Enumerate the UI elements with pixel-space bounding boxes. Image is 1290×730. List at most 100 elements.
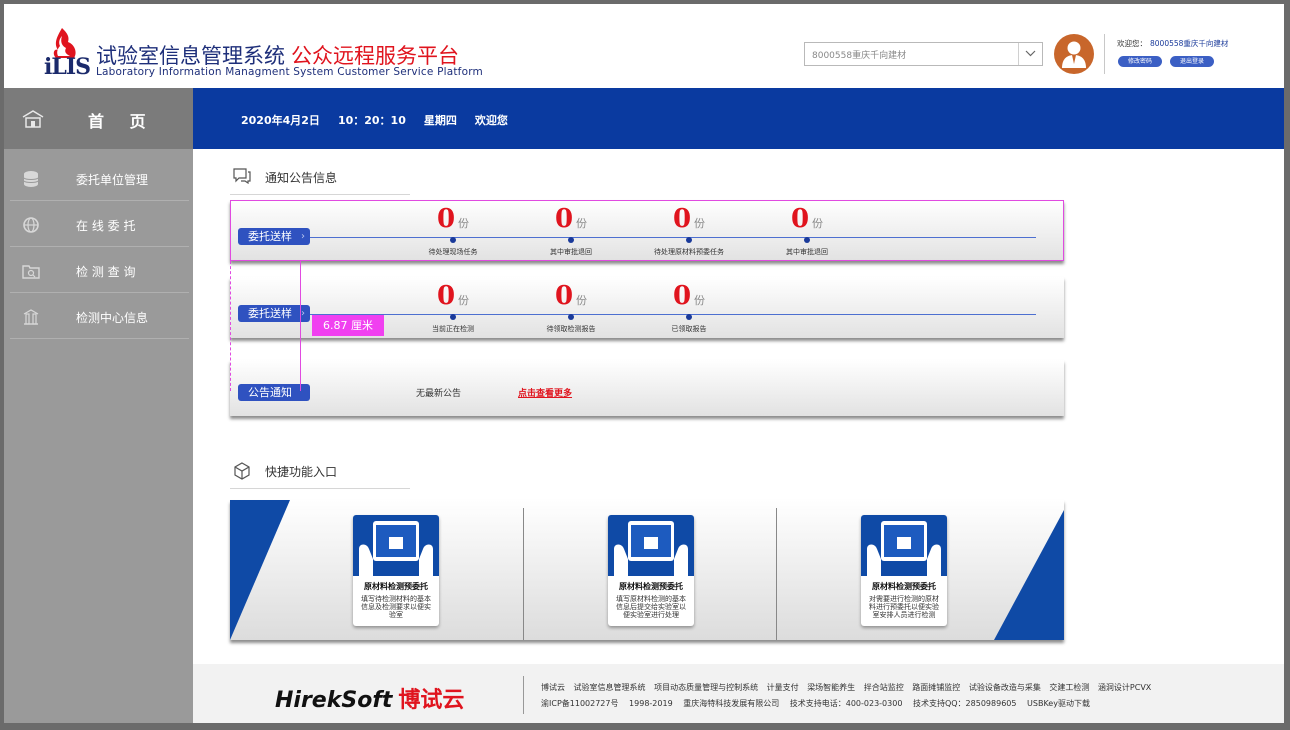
stat-label: 待领取检测报告 bbox=[546, 325, 596, 333]
view-more-link[interactable]: 点击查看更多 bbox=[518, 386, 572, 399]
footer-link[interactable]: 涵洞设计PCVX bbox=[1098, 683, 1151, 692]
stat-unit: 份 bbox=[576, 294, 588, 307]
current-time: 10：20：10 bbox=[337, 114, 406, 127]
quick-card-title: 原材料检测预委托 bbox=[364, 582, 428, 591]
welcome-text: 欢迎您： 8000558重庆千向建材 bbox=[1117, 38, 1228, 49]
stat-number: 0 bbox=[554, 281, 574, 311]
brand-cn: 博试云 bbox=[398, 688, 465, 713]
cube-icon bbox=[234, 462, 250, 480]
quick-card-material-entrust-3[interactable]: 原材料检测预委托 对需要进行检测的原材料进行预委托以便实验室安排人员进行检测 bbox=[861, 515, 947, 626]
stat-label: 已领取报告 bbox=[671, 325, 707, 333]
logout-button[interactable]: 退出登录 bbox=[1170, 56, 1214, 67]
panel-separator bbox=[523, 508, 524, 640]
stat-value: 0份 bbox=[639, 281, 739, 311]
change-password-button[interactable]: 修改密码 bbox=[1118, 56, 1162, 67]
footer-divider bbox=[523, 676, 524, 714]
support-phone: 技术支持电话：400-023-0300 bbox=[789, 699, 903, 708]
sidebar-item-home[interactable]: 首 页 bbox=[4, 88, 193, 149]
welcome-prefix: 欢迎您： bbox=[1117, 39, 1147, 48]
footer-copyright: 渝ICP备11002727号 1998-2019 重庆海特科技发展有限公司 技术… bbox=[541, 698, 1098, 709]
stat-number: 0 bbox=[672, 281, 692, 311]
sidebar-item-center-info[interactable]: 检测中心信息 bbox=[10, 294, 189, 339]
footer-link[interactable]: 试验设备改造与采集 bbox=[969, 683, 1041, 692]
quick-card-image bbox=[353, 515, 439, 576]
timeline-dot bbox=[568, 314, 574, 320]
footer: HirekSoft 博试云 博试云 试验室信息管理系统 项目动态质量管理与控制系统… bbox=[193, 664, 1284, 723]
tablet-hands-icon bbox=[359, 521, 433, 576]
footer-link[interactable]: 拌合站监控 bbox=[864, 683, 904, 692]
notice-section-underline bbox=[230, 194, 410, 195]
brand-en: HirekSoft bbox=[275, 688, 393, 713]
footer-links: 博试云 试验室信息管理系统 项目动态质量管理与控制系统 计量支付 梁场智能养生 … bbox=[541, 682, 1157, 693]
current-date: 2020年4月2日 bbox=[241, 114, 320, 127]
stat-unit: 份 bbox=[458, 294, 470, 307]
quick-card-desc: 填写原材料检测的基本信息后提交给实验室以便实验室进行处理 bbox=[616, 595, 686, 619]
stat-number: 0 bbox=[436, 281, 456, 311]
quick-section-label: 快捷功能入口 bbox=[265, 465, 338, 479]
chat-icon bbox=[233, 168, 251, 184]
chevron-right-icon: › bbox=[301, 308, 305, 319]
quick-card-material-entrust-2[interactable]: 原材料检测预委托 填写原材料检测的基本信息后提交给实验室以便实验室进行处理 bbox=[608, 515, 694, 626]
measure-guide-line bbox=[300, 261, 301, 391]
timeline-dot bbox=[450, 314, 456, 320]
timeline-dot bbox=[686, 314, 692, 320]
header-divider bbox=[1104, 34, 1105, 74]
tablet-hands-icon bbox=[614, 521, 688, 576]
entrust-pill-label: 委托送样 bbox=[248, 307, 292, 320]
quick-card-title: 原材料检测预委托 bbox=[872, 582, 936, 591]
announcement-card: 公告通知 无最新公告 点击查看更多 bbox=[230, 360, 1064, 416]
company-select[interactable]: 8000558重庆千向建材 bbox=[804, 42, 1043, 66]
quick-card-material-entrust-1[interactable]: 原材料检测预委托 填写待检测材料的基本信息及检测要求以便实验室 bbox=[353, 515, 439, 626]
quick-entry-panel: 原材料检测预委托 填写待检测材料的基本信息及检测要求以便实验室 原材料检测预委托… bbox=[230, 500, 1064, 640]
footer-link[interactable]: 博试云 bbox=[541, 683, 565, 692]
database-icon bbox=[23, 171, 39, 187]
quick-card-desc: 填写待检测材料的基本信息及检测要求以便实验室 bbox=[361, 595, 431, 619]
footer-link[interactable]: 试验室信息管理系统 bbox=[574, 683, 646, 692]
datetime-display: 2020年4月2日 10：20：10 星期四 欢迎您 bbox=[241, 112, 526, 128]
greeting: 欢迎您 bbox=[474, 114, 508, 127]
sidebar-home-label: 首 页 bbox=[88, 112, 156, 131]
icp-number[interactable]: 渝ICP备11002727号 bbox=[541, 699, 619, 708]
footer-link[interactable]: 项目动态质量管理与控制系统 bbox=[654, 683, 758, 692]
logo-ilis-text: iLIS bbox=[44, 54, 91, 80]
footer-link[interactable]: 交建工检测 bbox=[1049, 683, 1089, 692]
quick-card-title: 原材料检测预委托 bbox=[619, 582, 683, 591]
avatar[interactable] bbox=[1054, 34, 1094, 74]
stat-label: 当前正在检测 bbox=[432, 325, 474, 333]
sidebar-item-label: 检 测 查 询 bbox=[76, 265, 136, 279]
notice-section-label: 通知公告信息 bbox=[265, 171, 338, 185]
panel-separator bbox=[776, 508, 777, 640]
panel-decoration-right bbox=[994, 510, 1064, 640]
company-select-value: 8000558重庆千向建材 bbox=[812, 51, 907, 61]
sidebar-item-test-query[interactable]: 检 测 查 询 bbox=[10, 248, 189, 293]
quick-section-underline bbox=[230, 488, 410, 489]
sidebar-item-label: 委托单位管理 bbox=[76, 173, 149, 187]
current-weekday: 星期四 bbox=[423, 114, 457, 127]
sidebar-item-client-management[interactable]: 委托单位管理 bbox=[10, 156, 189, 201]
app-title-red: 公众远程服务平台 bbox=[291, 44, 459, 68]
app-frame: iLIS 试验室信息管理系统 公众远程服务平台 Laboratory Inform… bbox=[4, 4, 1284, 723]
selection-outline bbox=[230, 200, 1064, 261]
app-subtitle: Laboratory Information Managment System … bbox=[96, 66, 483, 78]
sidebar-item-label: 检测中心信息 bbox=[76, 311, 149, 325]
folder-search-icon bbox=[22, 265, 40, 279]
sidebar-item-label: 在 线 委 托 bbox=[76, 219, 136, 233]
globe-icon bbox=[23, 217, 39, 233]
user-avatar-icon bbox=[1062, 41, 1086, 68]
sidebar-item-online-entrust[interactable]: 在 线 委 托 bbox=[10, 202, 189, 247]
stat-value: 0份 bbox=[403, 281, 503, 311]
footer-link[interactable]: 计量支付 bbox=[767, 683, 799, 692]
usbkey-driver-link[interactable]: USBKey驱动下载 bbox=[1027, 699, 1090, 708]
header: iLIS 试验室信息管理系统 公众远程服务平台 Laboratory Inform… bbox=[4, 4, 1284, 88]
chevron-down-icon[interactable] bbox=[1018, 43, 1042, 65]
footer-link[interactable]: 路面摊铺监控 bbox=[912, 683, 960, 692]
welcome-company: 8000558重庆千向建材 bbox=[1150, 39, 1229, 48]
building-icon bbox=[23, 309, 39, 325]
top-bar: 2020年4月2日 10：20：10 星期四 欢迎您 bbox=[193, 88, 1284, 149]
measure-tag: 6.87 厘米 bbox=[312, 315, 384, 336]
copyright-years: 1998-2019 bbox=[629, 699, 673, 708]
no-notice-text: 无最新公告 bbox=[416, 389, 462, 399]
footer-link[interactable]: 梁场智能养生 bbox=[807, 683, 855, 692]
tablet-hands-icon bbox=[867, 521, 941, 576]
announcement-pill-label: 公告通知 bbox=[248, 386, 292, 399]
